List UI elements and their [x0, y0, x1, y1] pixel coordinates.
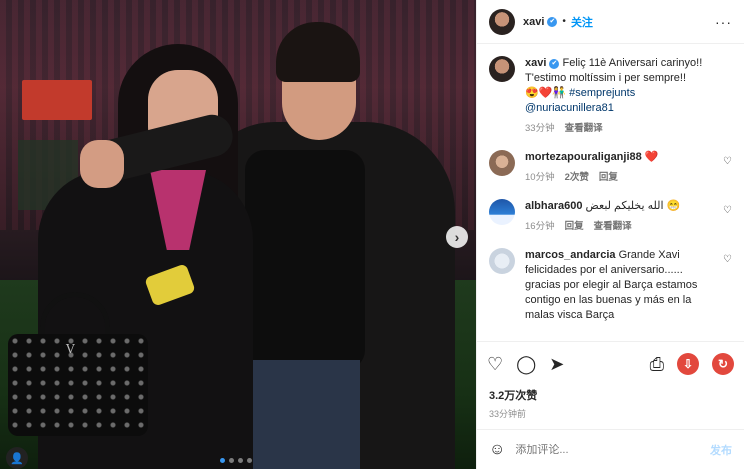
caption-meta: 33分钟 查看翻译: [525, 121, 716, 136]
share-icon[interactable]: ➤: [549, 355, 564, 373]
refresh-icon[interactable]: ↻: [712, 352, 734, 375]
comment-body: mortezapouraliganji88 ❤️ 10分钟 2次赞 回复: [525, 150, 732, 185]
comment-text: الله يخليكم لبعض 😁: [585, 200, 681, 212]
comment-username[interactable]: mortezapouraliganji88: [525, 151, 642, 163]
comment-item: albhara600 الله يخليكم لبعض 😁 16分钟 回复 查看…: [489, 199, 732, 234]
post-photo[interactable]: V › 👤: [0, 0, 476, 469]
add-comment-bar: ☺ 发布: [477, 429, 744, 469]
carousel-dot: [247, 458, 252, 463]
caption-username[interactable]: xavi: [525, 57, 546, 69]
verified-badge-icon: ✔: [547, 16, 558, 27]
comment-input[interactable]: [515, 443, 710, 456]
man-hand: [80, 140, 124, 188]
chevron-right-icon: ›: [454, 229, 460, 245]
carousel-dots: [220, 458, 252, 463]
caption-text-2: T'estimo moltíssim i per sempre!!: [525, 72, 687, 84]
avatar[interactable]: [489, 248, 515, 274]
avatar[interactable]: [489, 8, 515, 35]
separator-dot: •: [562, 16, 566, 27]
post-time: 33分钟前: [489, 409, 527, 419]
bookmark-icon[interactable]: ⎙: [650, 355, 664, 373]
comment-time: 10分钟: [525, 172, 555, 183]
mention-link[interactable]: @nuriacunillera81: [525, 102, 614, 114]
carousel-dot: [238, 458, 243, 463]
next-photo-button[interactable]: ›: [446, 226, 468, 248]
comment-item: marcos_andarcia Grande Xavi felicidades …: [489, 248, 732, 323]
likes-count[interactable]: 3.2万次赞: [477, 387, 744, 403]
heart-icon[interactable]: ♡: [487, 355, 503, 373]
comment-like-icon[interactable]: ♡: [723, 254, 732, 265]
comment-meta: 10分钟 2次赞 回复: [525, 170, 716, 185]
comment-meta: 16分钟 回复 查看翻译: [525, 219, 716, 234]
comment-item: mortezapouraliganji88 ❤️ 10分钟 2次赞 回复 ♡: [489, 150, 732, 185]
post-comment-button[interactable]: 发布: [710, 442, 732, 458]
reply-link[interactable]: 回复: [565, 219, 584, 234]
comment-likes[interactable]: 2次赞: [565, 170, 589, 185]
post-viewer: V › 👤 xavi ✔ • 关注 ··· xavi ✔ Feliç 11è A…: [0, 0, 744, 469]
more-options-icon[interactable]: ···: [715, 14, 732, 30]
handbag-logo: V: [66, 342, 75, 356]
comment-icon[interactable]: ◯: [516, 355, 536, 373]
carousel-dot: [229, 458, 234, 463]
post-header: xavi ✔ • 关注 ···: [477, 0, 744, 44]
comment-username[interactable]: albhara600: [525, 200, 582, 212]
comment-time: 16分钟: [525, 221, 555, 232]
comment-text: ❤️: [644, 151, 659, 163]
caption-text-1: Feliç 11è Aniversari carinyo!!: [562, 57, 703, 69]
comment-like-icon[interactable]: ♡: [723, 156, 732, 167]
post-sidebar: xavi ✔ • 关注 ··· xavi ✔ Feliç 11è Aniversa…: [476, 0, 744, 469]
author-username[interactable]: xavi: [523, 16, 544, 28]
comments-list[interactable]: xavi ✔ Feliç 11è Aniversari carinyo!! T'e…: [477, 44, 744, 341]
translate-link[interactable]: 查看翻译: [565, 121, 603, 136]
comment-username[interactable]: marcos_andarcia: [525, 249, 616, 261]
download-icon[interactable]: ⇩: [677, 352, 699, 375]
comment-like-icon[interactable]: ♡: [723, 205, 732, 216]
avatar[interactable]: [489, 56, 515, 82]
user-icon: 👤: [10, 452, 24, 465]
caption-emojis: 😍❤️👫: [525, 87, 567, 99]
translate-link[interactable]: 查看翻译: [594, 219, 632, 234]
hashtag-link[interactable]: #semprejunts: [569, 87, 635, 99]
avatar[interactable]: [489, 150, 515, 176]
carousel-dot-active: [220, 458, 225, 463]
caption-body: xavi ✔ Feliç 11è Aniversari carinyo!! T'e…: [525, 56, 732, 136]
action-bar: ♡ ◯ ➤ ⎙ ⇩ ↻: [477, 341, 744, 385]
follow-button[interactable]: 关注: [571, 14, 593, 30]
avatar[interactable]: [489, 199, 515, 225]
tagged-users-button[interactable]: 👤: [6, 447, 28, 469]
stadium-banner: [22, 80, 92, 120]
verified-badge-icon: ✔: [549, 59, 560, 69]
caption-time: 33分钟: [525, 123, 555, 134]
comment-body: marcos_andarcia Grande Xavi felicidades …: [525, 248, 732, 323]
caption: xavi ✔ Feliç 11è Aniversari carinyo!! T'e…: [489, 56, 732, 136]
man-shirt: [245, 150, 365, 370]
comment-body: albhara600 الله يخليكم لبعض 😁 16分钟 回复 查看…: [525, 199, 732, 234]
emoji-icon[interactable]: ☺: [489, 441, 505, 459]
reply-link[interactable]: 回复: [599, 170, 618, 185]
